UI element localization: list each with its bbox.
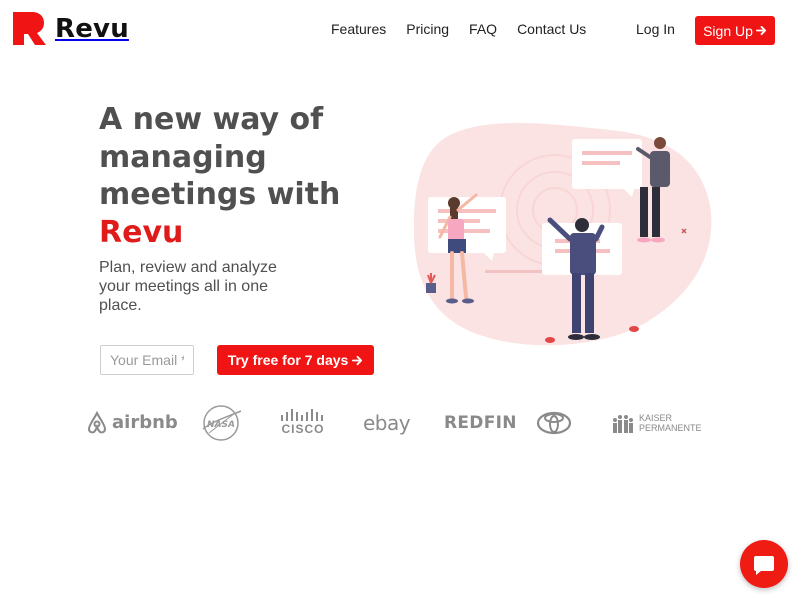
signup-label: Sign Up: [703, 22, 753, 39]
email-input[interactable]: [100, 345, 194, 375]
airbnb-wordmark: airbnb: [112, 412, 178, 433]
toyota-emblem-icon: [536, 411, 572, 434]
try-free-button[interactable]: Try free for 7 days: [217, 345, 374, 375]
nasa-logo: NASA: [199, 400, 243, 445]
arrow-right-icon: [352, 355, 363, 365]
kaiser-line-1: KAISER: [639, 412, 673, 423]
hero-subtitle: Plan, review and analyze your meetings a…: [99, 259, 277, 314]
cisco-bars-icon: [281, 409, 323, 421]
cisco-wordmark: CISCO: [281, 422, 325, 436]
kaiser-wordmark: KAISER PERMANENTE: [639, 413, 702, 433]
chat-launcher-button[interactable]: [740, 540, 788, 588]
hero-title-brand: Revu: [99, 214, 184, 250]
nav-features[interactable]: Features: [331, 21, 386, 37]
hero-title: A new way of managing meetings with Revu: [99, 101, 379, 251]
kaiser-line-2: PERMANENTE: [639, 422, 702, 433]
ebay-wordmark: ebay: [363, 410, 411, 435]
chat-bubble-icon: [754, 556, 774, 575]
nav-contact-us[interactable]: Contact Us: [517, 21, 586, 37]
hero-title-lead: A new way of managing meetings with: [99, 102, 341, 212]
airbnb-logo: airbnb: [86, 400, 178, 445]
cisco-logo: CISCO: [280, 400, 326, 445]
site-header: Revu Features Pricing FAQ Contact Us Log…: [0, 0, 800, 60]
nav-faq[interactable]: FAQ: [469, 21, 497, 37]
revu-logo-mark-icon: [13, 12, 46, 45]
main-nav: Features Pricing FAQ Contact Us: [331, 21, 606, 37]
partner-logos: airbnb NASA CISCO ebay REDFIN KAISER PER…: [80, 400, 720, 445]
toyota-logo: [536, 400, 572, 445]
ebay-logo: ebay: [363, 400, 411, 445]
redfin-logo: REDFIN: [444, 400, 517, 445]
arrow-right-icon: [755, 25, 766, 36]
try-free-label: Try free for 7 days: [227, 352, 349, 368]
login-link[interactable]: Log In: [636, 21, 675, 37]
brand-name: Revu: [55, 13, 129, 44]
airbnb-mark-icon: [87, 410, 107, 433]
brand-logo[interactable]: Revu: [13, 12, 129, 45]
nav-pricing[interactable]: Pricing: [406, 21, 449, 37]
kaiser-people-icon: [613, 414, 633, 433]
signup-button[interactable]: Sign Up: [695, 16, 775, 45]
kaiser-permanente-logo: KAISER PERMANENTE: [610, 400, 702, 445]
meeting-illustration: [413, 123, 712, 346]
nasa-emblem-icon: NASA: [202, 404, 242, 441]
redfin-wordmark: REDFIN: [444, 412, 517, 433]
nasa-wordmark: NASA: [207, 420, 235, 430]
